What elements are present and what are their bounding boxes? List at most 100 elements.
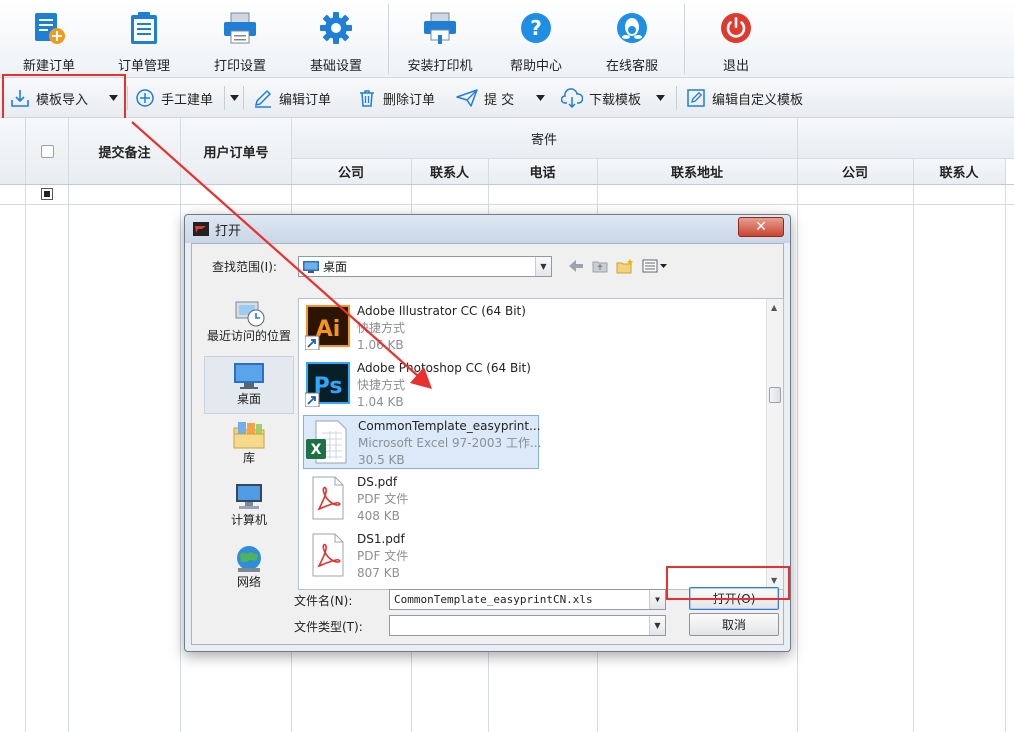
cancel-button[interactable]: 取消: [689, 613, 779, 636]
file-list-scrollbar[interactable]: ▲ ▼: [766, 299, 783, 589]
chevron-down-icon: [535, 95, 545, 101]
manual-order-button[interactable]: 手工建单: [135, 78, 213, 118]
delete-order-button[interactable]: 删除订单: [357, 78, 435, 118]
scroll-thumb[interactable]: [769, 387, 781, 403]
install-printer-button[interactable]: 安装打印机: [400, 0, 480, 78]
chevron-down-icon[interactable]: ▼: [649, 590, 665, 609]
back-icon[interactable]: [568, 259, 584, 273]
file-item[interactable]: DS.pdf PDF 文件 408 KB: [303, 472, 539, 526]
cloud-download-icon: [561, 88, 583, 108]
file-item-selected[interactable]: X CommonTemplate_easyprint... Microsoft …: [303, 415, 541, 469]
view-menu-icon[interactable]: [642, 259, 668, 273]
header-receiver-contact[interactable]: 联系人: [913, 158, 1005, 184]
edit-document-icon: [687, 89, 705, 107]
header-user-order-no[interactable]: 用户订单号: [181, 118, 291, 184]
places-bar: 最近访问的位置 桌面 库 计算机 网络: [204, 298, 294, 618]
pdf-file-icon: [305, 532, 351, 578]
chevron-down-icon: [229, 95, 239, 101]
online-service-button[interactable]: 在线客服: [595, 0, 669, 78]
basic-settings-button[interactable]: 基础设置: [299, 0, 373, 78]
row-checkbox-mark: [44, 191, 50, 197]
place-recent[interactable]: 最近访问的位置: [204, 298, 294, 356]
place-desktop[interactable]: 桌面: [204, 356, 294, 414]
header-sender-company[interactable]: 公司: [291, 158, 411, 184]
online-service-label: 在线客服: [605, 59, 658, 74]
place-desktop-label: 桌面: [236, 392, 261, 406]
header-receiver-company[interactable]: 公司: [797, 158, 913, 184]
submit-dropdown[interactable]: [533, 78, 547, 118]
edit-order-button[interactable]: 编辑订单: [253, 78, 331, 118]
up-folder-icon[interactable]: [592, 259, 608, 273]
main-ribbon: 新建订单 订单管理 打印设置 基础设置 安装打印机 ? 帮助中心 在线客服 退出: [0, 0, 1014, 78]
chevron-down-icon[interactable]: ▼: [535, 257, 551, 276]
place-libraries[interactable]: 库: [204, 420, 294, 474]
print-settings-button[interactable]: 打印设置: [203, 0, 277, 78]
new-folder-icon[interactable]: [616, 258, 634, 274]
file-item[interactable]: DS1.pdf PDF 文件 807 KB: [303, 529, 539, 583]
download-template-button[interactable]: 下载模板: [561, 78, 641, 118]
place-libraries-label: 库: [242, 451, 255, 465]
file-name: Adobe Photoshop CC (64 Bit): [357, 361, 531, 375]
pdf-file-icon: [305, 475, 351, 521]
dialog-title: 打开: [215, 223, 242, 239]
look-in-select[interactable]: 桌面 ▼: [298, 256, 552, 277]
nav-toolbar: [568, 258, 668, 274]
new-order-button[interactable]: 新建订单: [12, 0, 86, 78]
trash-icon: [360, 90, 374, 107]
chevron-down-icon[interactable]: ▼: [649, 616, 665, 635]
printer-icon: [222, 10, 258, 46]
header-sender-phone[interactable]: 电话: [488, 158, 597, 184]
recent-places-icon: [235, 301, 265, 327]
close-button[interactable]: ✕: [738, 217, 784, 237]
install-printer-icon: [422, 10, 458, 46]
submit-button[interactable]: 提 交: [456, 78, 514, 118]
file-name: DS.pdf: [357, 475, 398, 489]
exit-button[interactable]: 退出: [699, 0, 773, 78]
file-type: 快捷方式: [357, 321, 406, 335]
plus-circle-icon: [136, 89, 154, 107]
toolbar-separator: [127, 86, 128, 110]
header-submit-note[interactable]: 提交备注: [68, 118, 181, 184]
place-network[interactable]: 网络: [204, 544, 294, 600]
order-management-button[interactable]: 订单管理: [107, 0, 181, 78]
open-button-highlight: [666, 566, 790, 600]
row-checkbox[interactable]: [41, 188, 53, 200]
clipboard-icon: [126, 10, 162, 46]
look-in-label: 查找范围(I):: [212, 260, 277, 274]
download-template-dropdown[interactable]: [653, 78, 667, 118]
select-all-cell: [26, 118, 68, 184]
header-sender-group: 寄件: [291, 118, 797, 158]
grid-line: [291, 158, 1014, 159]
order-management-label: 订单管理: [117, 59, 170, 74]
manual-order-dropdown[interactable]: [227, 78, 241, 118]
help-center-button[interactable]: ? 帮助中心: [499, 0, 573, 78]
edit-order-label: 编辑订单: [279, 92, 332, 108]
filetype-select[interactable]: ▼: [389, 615, 666, 636]
grid-line: [68, 118, 69, 732]
select-all-checkbox[interactable]: [40, 144, 54, 158]
row-header-corner: [0, 118, 26, 184]
place-computer[interactable]: 计算机: [204, 482, 294, 538]
edit-custom-template-button[interactable]: 编辑自定义模板: [686, 78, 803, 118]
grid-line: [0, 204, 1014, 205]
place-computer-label: 计算机: [230, 513, 267, 527]
grid-line: [913, 158, 914, 732]
toolbar-separator: [224, 86, 225, 110]
file-size: 1.04 KB: [357, 395, 404, 409]
desktop-icon: [234, 363, 264, 389]
scroll-up-icon[interactable]: ▲: [771, 303, 777, 312]
filename-value: CommonTemplate_easyprintCN.xls: [394, 593, 593, 606]
close-icon: ✕: [755, 219, 767, 235]
header-sender-contact[interactable]: 联系人: [411, 158, 488, 184]
header-sender-address[interactable]: 联系地址: [597, 158, 797, 184]
gear-icon: [318, 10, 354, 46]
file-item[interactable]: Ai Adobe Illustrator CC (64 Bit) 快捷方式 1.…: [303, 301, 539, 355]
new-order-icon: [31, 10, 67, 46]
dialog-titlebar: 打开 ✕: [185, 215, 790, 243]
filename-input[interactable]: CommonTemplate_easyprintCN.xls ▼: [389, 589, 666, 610]
file-size: 1.06 KB: [357, 338, 404, 352]
install-printer-label: 安装打印机: [407, 59, 473, 74]
file-item[interactable]: Ps Adobe Photoshop CC (64 Bit) 快捷方式 1.04…: [303, 358, 539, 412]
place-network-label: 网络: [236, 575, 261, 589]
file-type: PDF 文件: [357, 549, 409, 563]
